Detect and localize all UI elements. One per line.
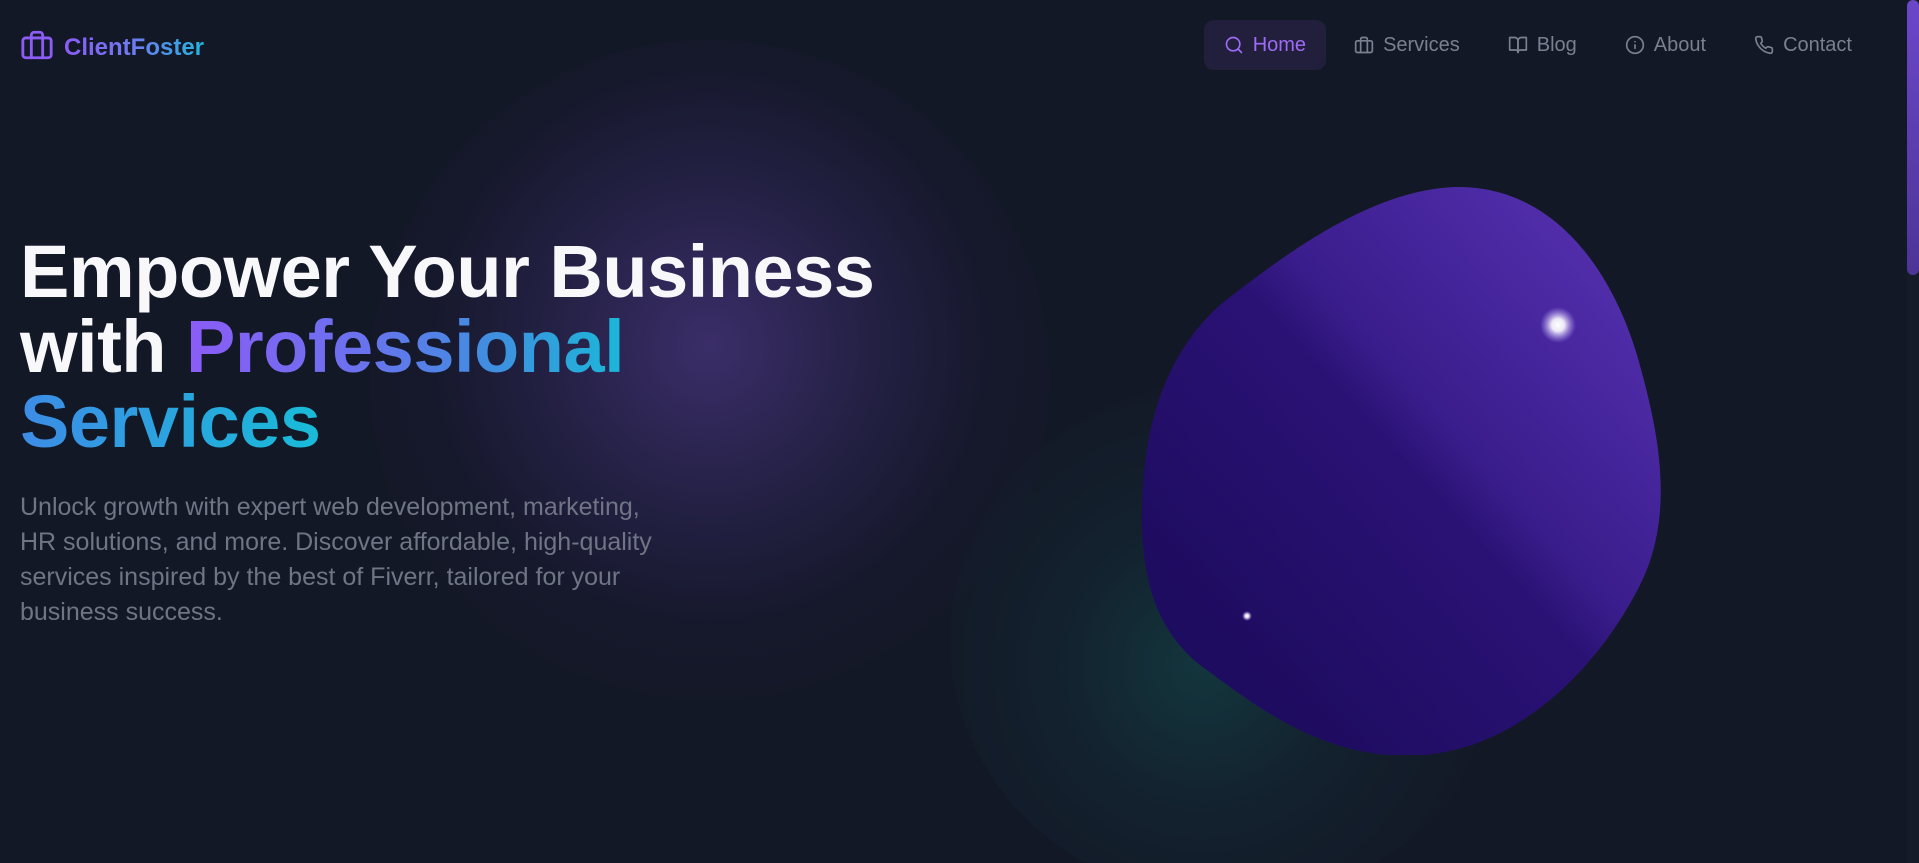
nav-item-contact[interactable]: Contact: [1734, 20, 1872, 70]
nav-item-label: Blog: [1536, 33, 1577, 56]
search-icon: [1224, 35, 1244, 55]
nav-item-blog[interactable]: Blog: [1488, 20, 1597, 70]
nav-item-label: Home: [1252, 33, 1307, 56]
scrollbar-track[interactable]: [1907, 0, 1919, 863]
nav-item-home[interactable]: Home: [1203, 20, 1327, 70]
briefcase-icon: [1354, 35, 1374, 55]
hero-title-line1: Empower Your Business: [20, 230, 875, 313]
book-open-icon: [1508, 35, 1528, 55]
hero-subtitle: Unlock growth with expert web developmen…: [20, 493, 652, 626]
hero-title-highlight2: Services: [20, 380, 321, 463]
phone-icon: [1754, 35, 1774, 55]
navbar: ClientFoster Home Services Blog About Co…: [0, 0, 1900, 90]
main-nav: Home Services Blog About Contact: [1203, 20, 1872, 70]
scrollbar-thumb[interactable]: [1907, 0, 1919, 275]
nav-item-label: Services: [1383, 33, 1460, 56]
info-icon: [1625, 35, 1645, 55]
hero-title-highlight: Professional: [186, 305, 625, 388]
nav-item-services[interactable]: Services: [1334, 20, 1480, 70]
nav-item-label: Contact: [1783, 33, 1852, 56]
hero-title: Empower Your Business with Professional …: [20, 234, 875, 459]
briefcase-icon: [20, 28, 54, 67]
nav-item-label: About: [1653, 33, 1707, 56]
brand-logo-link[interactable]: ClientFoster: [20, 28, 204, 67]
hero-title-with: with: [20, 305, 187, 388]
brand-name: ClientFoster: [64, 33, 205, 61]
hero-blob-graphic: [1140, 185, 1680, 756]
nav-item-about[interactable]: About: [1605, 20, 1726, 70]
